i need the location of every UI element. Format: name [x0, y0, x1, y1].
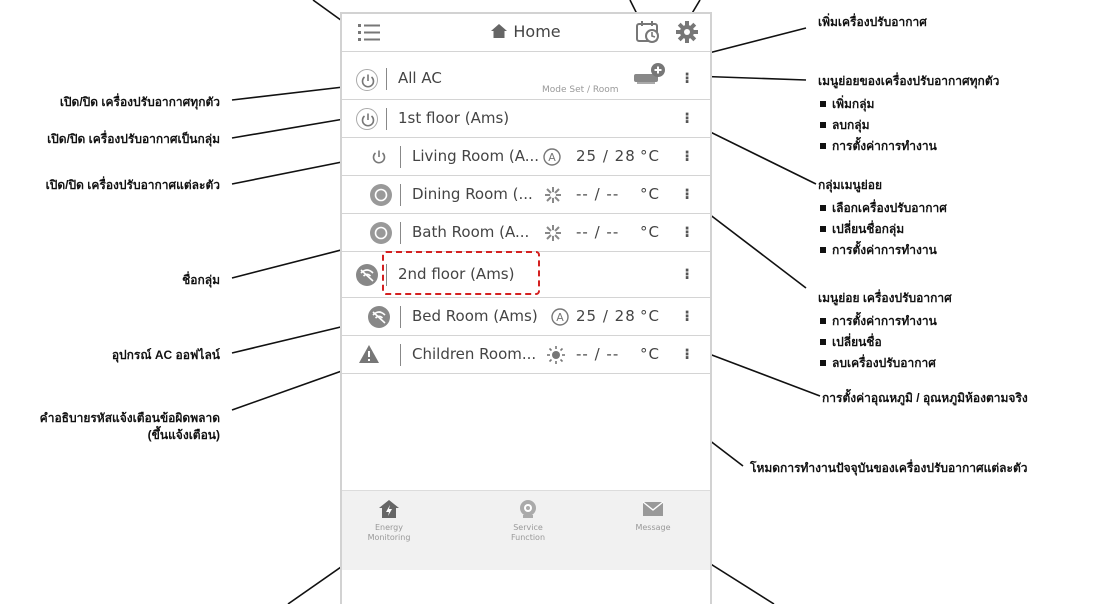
ac-menu-icon[interactable]: ⁝	[684, 147, 690, 165]
anno-group-name: ชื่อกลุ่ม	[182, 273, 220, 287]
svg-text:A: A	[548, 151, 556, 164]
temp-unit: °C	[640, 185, 660, 203]
timer-icon[interactable]	[636, 20, 660, 44]
power-unit-button[interactable]	[370, 222, 392, 244]
line-power-all	[231, 85, 353, 101]
anno-temp-setting: การตั้งค่าอุณหภูมิ / อุณหภูมิห้องตามจริง	[822, 391, 1028, 405]
column-header-label: Mode Set / Room	[542, 85, 619, 95]
auto-mode-icon: A	[543, 148, 561, 166]
all-ac-label: All AC	[398, 69, 442, 87]
ac-row-bed-room[interactable]: Bed Room (Ams) A 25 / 28 °C ⁝	[342, 298, 710, 336]
ac-menu-icon[interactable]: ⁝	[684, 307, 690, 325]
offline-icon	[356, 264, 378, 286]
fan-mode-icon	[545, 187, 561, 203]
power-icon	[374, 188, 388, 202]
power-icon	[374, 226, 388, 240]
power-unit-button[interactable]	[368, 146, 390, 168]
power-unit-button[interactable]	[370, 184, 392, 206]
home-icon	[491, 24, 508, 38]
anno-group-menu: กลุ่มเมนูย่อย เลือกเครื่องปรับอากาศ เปลี…	[818, 176, 947, 261]
ac-row-bath-room[interactable]: Bath Room (A... -- / -- °C ⁝	[342, 214, 710, 252]
power-icon	[361, 113, 375, 127]
auto-mode-icon: A	[551, 308, 569, 326]
anno-power-each: เปิด/ปิด เครื่องปรับอากาศแต่ละตัว	[45, 178, 220, 192]
house-energy-icon	[379, 500, 399, 518]
envelope-icon	[642, 501, 664, 516]
temp-value[interactable]: 25 / 28	[576, 147, 636, 165]
group-row-1[interactable]: 1st floor (Ams) ⁝	[342, 100, 710, 138]
temp-value[interactable]: 25 / 28	[576, 307, 636, 325]
anno-all-ac-menu: เมนูย่อยของเครื่องปรับอากาศทุกตัว เพิ่มก…	[818, 72, 999, 157]
anno-offline: อุปกรณ์ AC ออฟไลน์	[111, 348, 220, 362]
power-group-button[interactable]	[356, 108, 378, 130]
power-all-button[interactable]	[356, 69, 378, 91]
svg-text:A: A	[556, 311, 564, 324]
all-ac-row[interactable]: All AC Mode Set / Room ⁝	[342, 60, 710, 100]
temp-value[interactable]: -- / --	[576, 345, 619, 363]
offline-icon	[368, 306, 390, 328]
temp-value[interactable]: -- / --	[576, 223, 619, 241]
anno-error: คำอธิบายรหัสแจ้งเตือนข้อผิดพลาด (ขึ้นแจ้…	[39, 411, 220, 442]
ac-name: Bed Room (Ams)	[412, 307, 538, 325]
group-name: 1st floor (Ams)	[398, 109, 510, 127]
ac-name: Children Room...	[412, 345, 537, 363]
temp-unit: °C	[640, 147, 660, 165]
ac-row-living-room[interactable]: Living Room (A... A 25 / 28 °C ⁝	[342, 138, 710, 176]
temp-unit: °C	[640, 345, 660, 363]
nav-energy-monitoring[interactable]: Energy Monitoring	[334, 499, 444, 543]
page-title-text: Home	[513, 22, 561, 41]
warning-icon[interactable]	[358, 344, 380, 364]
ac-row-dining-room[interactable]: Dining Room (... -- / -- °C ⁝	[342, 176, 710, 214]
temp-unit: °C	[640, 307, 660, 325]
ac-menu-icon[interactable]: ⁝	[684, 185, 690, 203]
anno-ac-menu: เมนูย่อย เครื่องปรับอากาศ การตั้งค่าการท…	[818, 289, 952, 374]
anno-current-mode: โหมดการทำงานปัจจุบันของเครื่องปรับอากาศแ…	[750, 461, 1028, 475]
ac-name: Living Room (A...	[412, 147, 540, 165]
phone-screen: Home All AC Mode Set / Room ⁝ 1st floor …	[340, 12, 712, 604]
sun-mode-icon	[547, 346, 565, 364]
add-ac-icon[interactable]	[632, 62, 666, 90]
gear-icon[interactable]	[676, 21, 698, 43]
ac-menu-icon[interactable]: ⁝	[684, 223, 690, 241]
line-power-group	[231, 117, 351, 139]
top-bar: Home	[342, 14, 710, 52]
service-icon	[520, 500, 536, 518]
ac-menu-icon[interactable]: ⁝	[684, 345, 690, 363]
group-name-highlight	[382, 251, 540, 295]
ac-name: Bath Room (A...	[412, 223, 530, 241]
group-menu-icon[interactable]: ⁝	[684, 265, 690, 283]
power-icon	[361, 74, 375, 88]
temp-unit: °C	[640, 223, 660, 241]
bottom-nav: Energy Monitoring Service Function Messa…	[342, 490, 710, 570]
ac-name: Dining Room (...	[412, 185, 533, 203]
group-menu-icon[interactable]: ⁝	[684, 109, 690, 127]
nav-message[interactable]: Message	[598, 499, 708, 533]
fan-mode-icon	[545, 225, 561, 241]
anno-power-group: เปิด/ปิด เครื่องปรับอากาศเป็นกลุ่ม	[47, 132, 220, 146]
power-icon	[372, 150, 386, 164]
temp-value[interactable]: -- / --	[576, 185, 619, 203]
ac-row-children-room[interactable]: Children Room... -- / -- °C ⁝	[342, 336, 710, 374]
anno-power-all: เปิด/ปิด เครื่องปรับอากาศทุกตัว	[59, 95, 220, 109]
nav-service-function[interactable]: Service Function	[473, 499, 583, 543]
all-ac-menu-icon[interactable]: ⁝	[684, 69, 690, 87]
anno-add-ac: เพิ่มเครื่องปรับอากาศ	[818, 15, 927, 29]
